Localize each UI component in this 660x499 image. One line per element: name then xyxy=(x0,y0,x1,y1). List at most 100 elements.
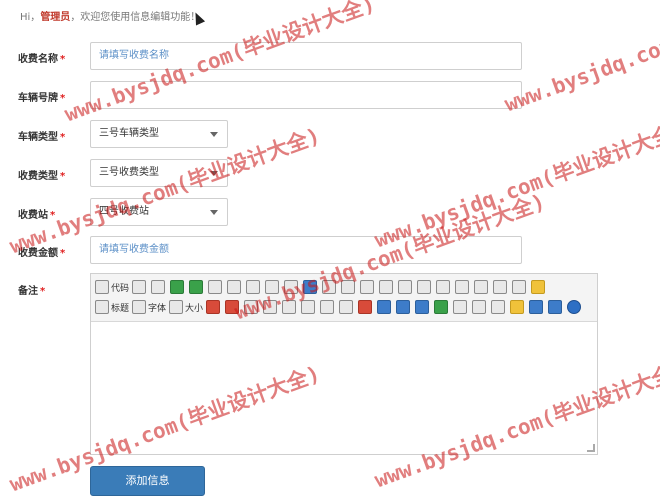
justify-icon xyxy=(379,280,394,294)
toolbar-select-all-button[interactable] xyxy=(453,298,469,316)
vehicle-type-label: 车辆类型 * xyxy=(18,132,66,143)
station-select[interactable]: 四号收费站 xyxy=(90,198,228,226)
toolbar-align-right-button[interactable] xyxy=(360,278,376,296)
toolbar-italic-button[interactable] xyxy=(263,298,279,316)
toolbar-special-char-button[interactable] xyxy=(225,298,241,316)
strike-icon xyxy=(301,300,316,314)
plate-input[interactable] xyxy=(90,81,522,109)
toolbar-unlink-button[interactable] xyxy=(548,298,564,316)
char-icon xyxy=(206,300,221,314)
toolbar-calendar-button[interactable] xyxy=(512,278,528,296)
toolbar-underline-button[interactable] xyxy=(282,298,298,316)
spellcheck-icon xyxy=(472,300,487,314)
toolbar-superscript-button[interactable] xyxy=(493,278,509,296)
fee-name-label: 收费名称 * xyxy=(18,54,66,65)
mouse-cursor-icon xyxy=(190,10,206,26)
resize-handle-icon[interactable] xyxy=(587,444,595,452)
toolbar-list-button[interactable] xyxy=(398,278,414,296)
toolbar-cut-button[interactable] xyxy=(227,278,243,296)
superscript-icon xyxy=(493,280,508,294)
note-label: 备注 * xyxy=(18,286,46,297)
toolbar-paste-text-button[interactable] xyxy=(284,278,300,296)
line-icon xyxy=(320,300,335,314)
chevron-down-icon xyxy=(210,132,218,137)
toolbar-align-left-button[interactable] xyxy=(322,278,338,296)
toolbar-ordered-list-button[interactable] xyxy=(417,278,433,296)
greeting-text: Hi，管理员，欢迎您使用信息编辑功能！ xyxy=(20,8,200,23)
align-right-icon xyxy=(360,280,375,294)
plate-label: 车辆号牌 * xyxy=(18,93,66,104)
hr-icon xyxy=(491,300,506,314)
greeting-suffix: ，欢迎您使用信息编辑功能！ xyxy=(70,12,201,23)
toolbar-copy-button[interactable] xyxy=(246,278,262,296)
ordered-list-icon xyxy=(417,280,432,294)
fee-type-select[interactable]: 三号收费类型 xyxy=(90,159,228,187)
toolbar-spellcheck-button[interactable] xyxy=(472,298,488,316)
vehicle-type-select[interactable]: 三号车辆类型 xyxy=(90,120,228,148)
toolbar-map-button[interactable] xyxy=(415,298,431,316)
toolbar-justify-button[interactable] xyxy=(379,278,395,296)
table-icon xyxy=(151,280,166,294)
toolbar-link-button[interactable] xyxy=(529,298,545,316)
watermark: www.bysjdq.com(毕业设计大全) xyxy=(371,117,660,253)
toolbar-clock-button[interactable] xyxy=(531,278,547,296)
media-icon xyxy=(396,300,411,314)
font-icon xyxy=(132,300,147,314)
toolbar-emoticon-button[interactable] xyxy=(510,298,526,316)
cloud-icon xyxy=(189,280,204,294)
toolbar-label: 字体 xyxy=(148,303,167,314)
italic-icon xyxy=(263,300,278,314)
toolbar-fullscreen-button[interactable] xyxy=(434,298,450,316)
chevron-down-icon xyxy=(210,210,218,215)
toolbar-hr-button[interactable] xyxy=(491,298,507,316)
toolbar-strike-button[interactable] xyxy=(301,298,317,316)
toolbar-chat-button[interactable] xyxy=(170,278,186,296)
paste-text-icon xyxy=(284,280,299,294)
toolbar-indent-button[interactable] xyxy=(436,278,452,296)
toolbar-paste-button[interactable] xyxy=(265,278,281,296)
toolbar-line-button[interactable] xyxy=(320,298,336,316)
toolbar-code-button[interactable]: 代码 xyxy=(95,278,129,296)
toolbar-font-button[interactable]: 字体 xyxy=(132,298,166,316)
flash-icon xyxy=(377,300,392,314)
toolbar-print-button[interactable] xyxy=(208,278,224,296)
editor-content-area[interactable] xyxy=(91,322,597,454)
watermark: www.bysjdq.com(毕业设计大全) xyxy=(501,0,660,117)
toolbar-search-button[interactable] xyxy=(132,278,148,296)
toolbar-flash-button[interactable] xyxy=(377,298,393,316)
amount-input[interactable]: 请填写收费金额 xyxy=(90,236,522,264)
toolbar-row-2: 标题 字体 大小 xyxy=(95,297,593,317)
rich-text-editor: 代码 标题 字体 大小 xyxy=(90,273,598,455)
toolbar-align-center-button[interactable] xyxy=(341,278,357,296)
toolbar-size-button[interactable]: 大小 xyxy=(169,298,203,316)
toolbar-char-button[interactable] xyxy=(206,298,222,316)
select-all-icon xyxy=(453,300,468,314)
toolbar-cloud-button[interactable] xyxy=(189,278,205,296)
toolbar-outdent-button[interactable] xyxy=(455,278,471,296)
clock-icon xyxy=(531,280,546,294)
editor-toolbar: 代码 标题 字体 大小 xyxy=(91,274,597,322)
paste-icon xyxy=(265,280,280,294)
cut-icon xyxy=(227,280,242,294)
add-info-button[interactable]: 添加信息 xyxy=(90,466,205,496)
search-icon xyxy=(132,280,147,294)
admin-name: 管理员 xyxy=(40,12,71,23)
toolbar-border-button[interactable] xyxy=(358,298,374,316)
outdent-icon xyxy=(455,280,470,294)
subscript-icon xyxy=(474,280,489,294)
toolbar-image-button[interactable] xyxy=(303,278,319,296)
special-char-icon xyxy=(225,300,240,314)
underline-icon xyxy=(282,300,297,314)
toolbar-table-button[interactable] xyxy=(151,278,167,296)
toolbar-media-button[interactable] xyxy=(396,298,412,316)
fee-name-input[interactable]: 请填写收费名称 xyxy=(90,42,522,70)
toolbar-info-button[interactable] xyxy=(567,298,583,316)
toolbar-eraser-button[interactable] xyxy=(339,298,355,316)
link-icon xyxy=(529,300,544,314)
amount-label: 收费金额 * xyxy=(18,248,66,259)
chat-icon xyxy=(170,280,185,294)
toolbar-bold-button[interactable] xyxy=(244,298,260,316)
fee-name-placeholder: 请填写收费名称 xyxy=(99,50,169,61)
toolbar-heading-button[interactable]: 标题 xyxy=(95,298,129,316)
toolbar-subscript-button[interactable] xyxy=(474,278,490,296)
